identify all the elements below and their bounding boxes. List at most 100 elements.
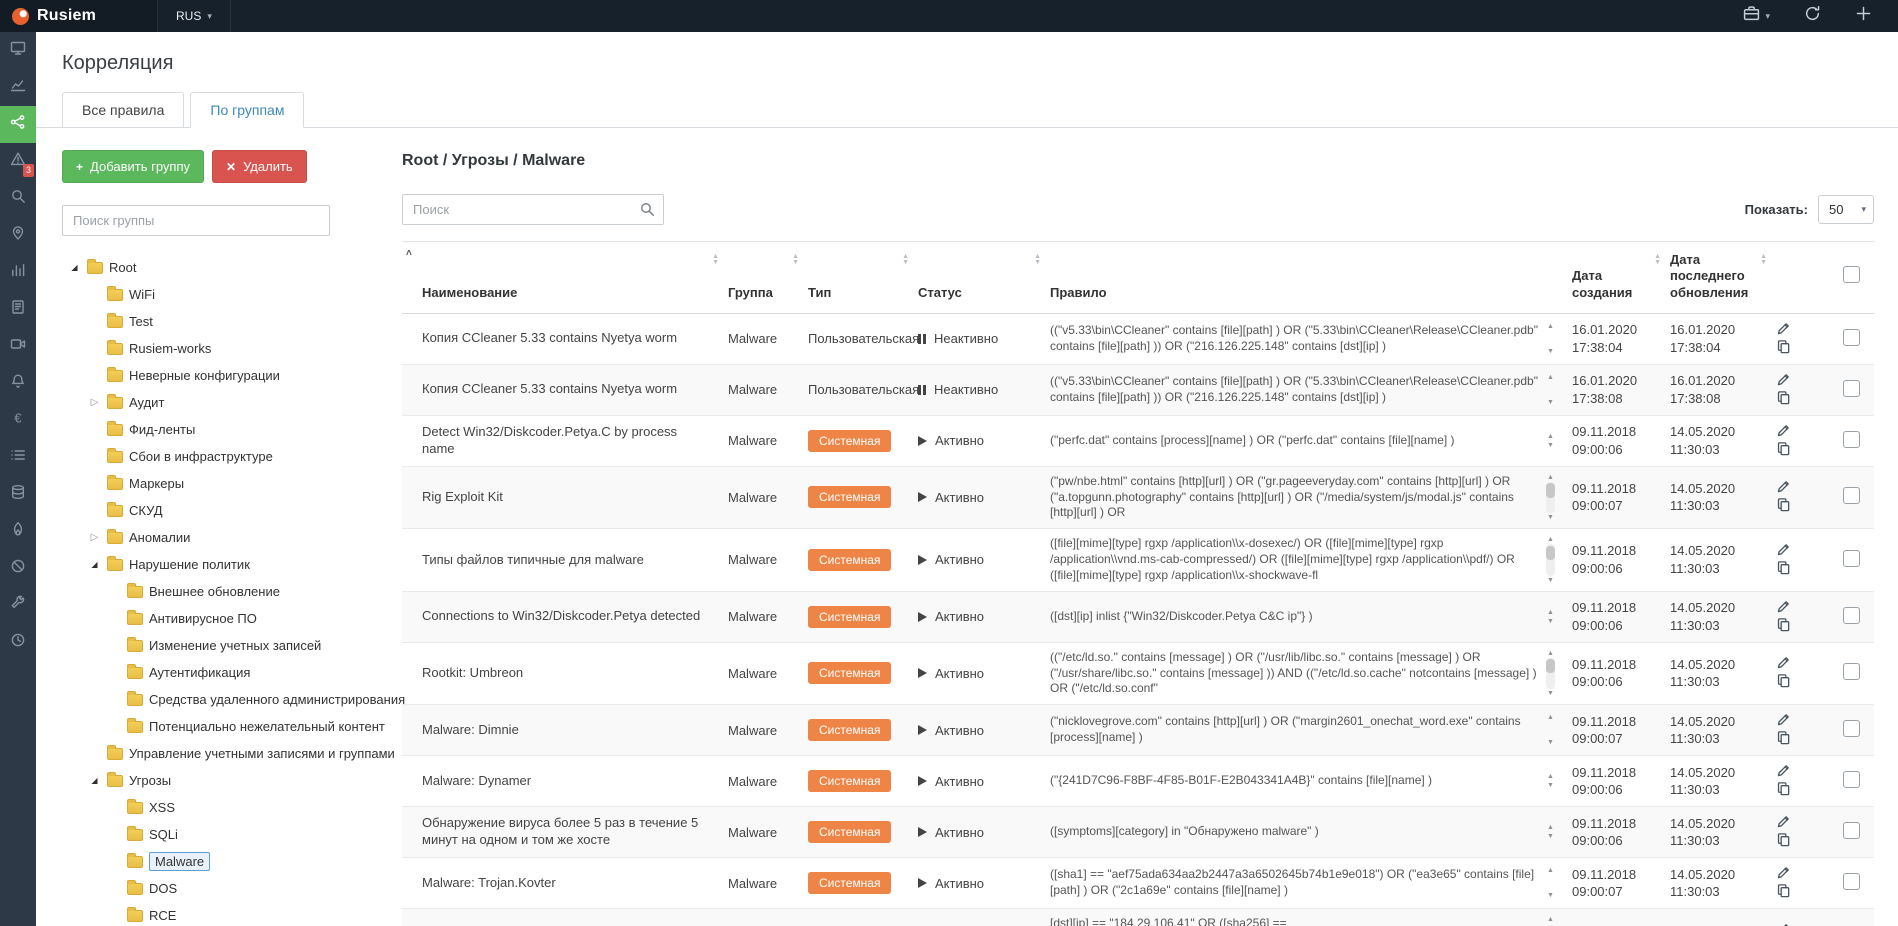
sort-carets-icon[interactable]: ▲▼ <box>1760 254 1767 266</box>
tree-item[interactable]: ◢Угрозы <box>62 767 388 794</box>
scroll-down-icon[interactable]: ▼ <box>1547 892 1554 899</box>
scroll-up-icon[interactable]: ▲ <box>1547 323 1554 330</box>
edit-icon[interactable] <box>1776 763 1791 781</box>
row-checkbox[interactable] <box>1843 380 1860 397</box>
rule-scrollbar[interactable]: ▲▼ <box>1545 433 1556 449</box>
row-checkbox[interactable] <box>1843 550 1860 567</box>
row-checkbox[interactable] <box>1843 720 1860 737</box>
sidebar-item-search[interactable] <box>0 180 36 217</box>
edit-icon[interactable] <box>1776 599 1791 617</box>
scroll-down-icon[interactable]: ▼ <box>1547 833 1554 840</box>
rule-scrollbar[interactable]: ▲▼ <box>1545 536 1556 583</box>
copy-icon[interactable] <box>1776 673 1791 691</box>
sidebar-item-euro[interactable]: € <box>0 402 36 439</box>
tree-item[interactable]: SQLi <box>62 821 388 848</box>
scroll-down-icon[interactable]: ▼ <box>1547 399 1554 406</box>
copy-icon[interactable] <box>1776 560 1791 578</box>
edit-icon[interactable] <box>1776 814 1791 832</box>
scroll-down-icon[interactable]: ▼ <box>1547 348 1554 355</box>
edit-icon[interactable] <box>1776 372 1791 390</box>
tree-item[interactable]: Потенциально нежелательный контент <box>62 713 388 740</box>
scroll-down-icon[interactable]: ▼ <box>1547 577 1554 584</box>
tree-item[interactable]: СКУД <box>62 497 388 524</box>
apps-menu-button[interactable]: ▾ <box>1743 5 1770 27</box>
column-header[interactable]: Дата последнего обновления▲▼ <box>1662 242 1768 314</box>
row-checkbox[interactable] <box>1843 607 1860 624</box>
sidebar-item-alerts[interactable]: 3 <box>0 143 36 180</box>
rule-scrollbar[interactable]: ▲▼ <box>1545 374 1556 406</box>
sidebar-item-database[interactable] <box>0 476 36 513</box>
tree-caret-icon[interactable]: ◢ <box>88 776 101 785</box>
edit-icon[interactable] <box>1776 423 1791 441</box>
scroll-up-icon[interactable]: ▲ <box>1547 824 1554 831</box>
brand[interactable]: Rusiem <box>0 0 158 32</box>
scroll-down-icon[interactable]: ▼ <box>1547 782 1554 789</box>
scroll-down-icon[interactable]: ▼ <box>1547 618 1554 625</box>
sidebar-item-monitor[interactable] <box>0 32 36 69</box>
tree-item[interactable]: XSS <box>62 794 388 821</box>
scroll-up-icon[interactable]: ▲ <box>1547 474 1554 481</box>
rule-scrollbar[interactable]: ▲▼ <box>1545 867 1556 899</box>
sidebar-item-correlation[interactable] <box>0 106 36 143</box>
sidebar-item-bell[interactable] <box>0 365 36 402</box>
sidebar-item-map-marker[interactable] <box>0 217 36 254</box>
row-checkbox[interactable] <box>1843 873 1860 890</box>
page-size-select[interactable]: 50 ▾ <box>1818 195 1874 224</box>
edit-icon[interactable] <box>1776 712 1791 730</box>
column-header[interactable]: Дата создания▲▼ <box>1564 242 1662 314</box>
sort-carets-icon[interactable]: ▲▼ <box>712 254 719 266</box>
copy-icon[interactable] <box>1776 390 1791 408</box>
sort-carets-icon[interactable]: ▲▼ <box>1034 254 1041 266</box>
tree-item[interactable]: Фид-ленты <box>62 416 388 443</box>
tree-caret-icon[interactable]: ◢ <box>68 263 81 272</box>
sidebar-item-fire[interactable] <box>0 513 36 550</box>
rule-scrollbar[interactable]: ▲▼ <box>1545 773 1556 789</box>
tree-caret-icon[interactable]: ▷ <box>88 397 101 408</box>
add-button[interactable] <box>1855 5 1872 27</box>
tree-item[interactable]: Средства удаленного администрирования <box>62 686 388 713</box>
column-header[interactable]: ˄Наименование▲▼ <box>402 242 720 314</box>
rules-search-input[interactable] <box>402 194 664 225</box>
row-checkbox[interactable] <box>1843 771 1860 788</box>
sort-carets-icon[interactable]: ▲▼ <box>1654 254 1661 266</box>
scroll-down-icon[interactable]: ▼ <box>1547 739 1554 746</box>
column-header[interactable]: Тип▲▼ <box>800 242 910 314</box>
edit-icon[interactable] <box>1776 542 1791 560</box>
sort-carets-icon[interactable]: ▲▼ <box>792 254 799 266</box>
tree-item[interactable]: Malware <box>62 848 388 875</box>
sidebar-item-line-chart[interactable] <box>0 69 36 106</box>
tree-item[interactable]: Маркеры <box>62 470 388 497</box>
copy-icon[interactable] <box>1776 832 1791 850</box>
tree-item[interactable]: ▷Аудит <box>62 389 388 416</box>
copy-icon[interactable] <box>1776 617 1791 635</box>
sidebar-item-video[interactable] <box>0 328 36 365</box>
row-checkbox[interactable] <box>1843 329 1860 346</box>
tab-all-rules[interactable]: Все правила <box>62 92 184 128</box>
tree-item[interactable]: RCE <box>62 902 388 926</box>
tree-item[interactable]: ◢Root <box>62 254 388 281</box>
scroll-down-icon[interactable]: ▼ <box>1547 442 1554 449</box>
scroll-down-icon[interactable]: ▼ <box>1547 690 1554 697</box>
row-checkbox[interactable] <box>1843 487 1860 504</box>
row-checkbox[interactable] <box>1843 822 1860 839</box>
scroll-up-icon[interactable]: ▲ <box>1547 374 1554 381</box>
scroll-up-icon[interactable]: ▲ <box>1547 916 1554 923</box>
tree-item[interactable]: DOS <box>62 875 388 902</box>
scroll-up-icon[interactable]: ▲ <box>1547 650 1554 657</box>
sidebar-item-ban[interactable] <box>0 550 36 587</box>
tree-caret-icon[interactable]: ▷ <box>88 532 101 543</box>
delete-group-button[interactable]: ✕ Удалить <box>212 150 307 183</box>
scroll-up-icon[interactable]: ▲ <box>1547 433 1554 440</box>
tab-by-groups[interactable]: По группам <box>190 92 304 128</box>
copy-icon[interactable] <box>1776 339 1791 357</box>
rule-scrollbar[interactable]: ▲▼ <box>1545 609 1556 625</box>
copy-icon[interactable] <box>1776 883 1791 901</box>
copy-icon[interactable] <box>1776 781 1791 799</box>
refresh-button[interactable] <box>1804 5 1821 27</box>
sidebar-item-bar-chart[interactable] <box>0 254 36 291</box>
rule-scrollbar[interactable]: ▲▼ <box>1545 714 1556 746</box>
tree-item[interactable]: WiFi <box>62 281 388 308</box>
row-checkbox[interactable] <box>1843 431 1860 448</box>
scroll-up-icon[interactable]: ▲ <box>1547 609 1554 616</box>
rule-scrollbar[interactable]: ▲▼ <box>1545 650 1556 697</box>
